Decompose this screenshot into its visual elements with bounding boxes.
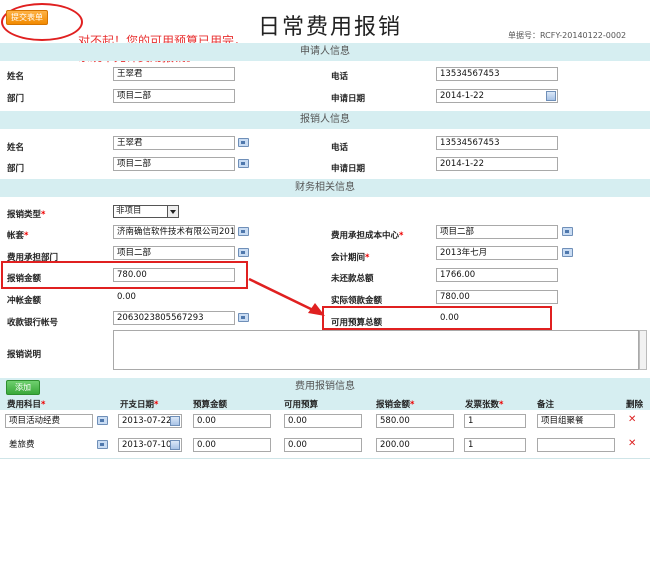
reimburse-type-select[interactable]: 非项目: [113, 205, 179, 218]
applicant-name-label: 姓名: [7, 72, 25, 82]
cost-center-label: 费用承担成本中心*: [331, 231, 404, 241]
offset-amount-label: 冲帐金额: [7, 296, 42, 306]
lookup-icon[interactable]: [238, 248, 249, 257]
actual-amount-label: 实际领款金额: [331, 296, 383, 306]
note-scrollbar[interactable]: [639, 330, 647, 370]
reimburse-amount-field[interactable]: 780.00: [113, 268, 235, 282]
reimburser-dept-label: 部门: [7, 164, 25, 174]
section-detail: 费用报销信息: [0, 378, 650, 396]
reimburser-date-label: 申请日期: [331, 164, 366, 174]
row2-invoices-field[interactable]: 1: [464, 438, 526, 452]
reimburser-phone-label: 电话: [331, 143, 349, 153]
reimburser-dept-field[interactable]: 项目二部: [113, 157, 235, 171]
reimburser-date-field[interactable]: 2014-1-22: [436, 157, 558, 171]
row1-budget-field[interactable]: 0.00: [193, 414, 271, 428]
applicant-dept-label: 部门: [7, 94, 25, 104]
reimburse-type-value: 非项目: [116, 206, 142, 216]
row2-date-field[interactable]: 2013-07-10: [118, 438, 182, 452]
submit-button[interactable]: 提交表单: [6, 10, 48, 25]
row2-available-field[interactable]: 0.00: [284, 438, 362, 452]
note-label: 报销说明: [7, 350, 42, 360]
page-title: 日常费用报销: [258, 15, 403, 40]
applicant-dept-field[interactable]: 项目二部: [113, 89, 235, 103]
calendar-icon[interactable]: [546, 91, 556, 101]
bank-account-label: 收款银行帐号: [7, 318, 59, 328]
accounting-period-field[interactable]: 2013年七月: [436, 246, 558, 260]
available-budget-field[interactable]: 0.00: [436, 311, 546, 325]
col-date: 开支日期*: [120, 400, 159, 410]
row1-available-field[interactable]: 0.00: [284, 414, 362, 428]
lookup-icon[interactable]: [238, 159, 249, 168]
section-reimburser: 报销人信息: [0, 111, 650, 129]
reimburse-type-label: 报销类型*: [7, 210, 46, 220]
row2-delete-icon[interactable]: ✕: [628, 438, 636, 449]
section-detail-title: 费用报销信息: [295, 381, 355, 392]
actual-amount-field[interactable]: 780.00: [436, 290, 558, 304]
col-amount: 报销金额*: [376, 400, 415, 410]
lookup-icon[interactable]: [562, 248, 573, 257]
pointer-arrow-icon: [248, 277, 325, 316]
document-number: 单据号：RCFY-20140122-0002: [508, 31, 627, 40]
col-budget: 预算金额: [193, 400, 228, 410]
row1-date-field[interactable]: 2013-07-22: [118, 414, 182, 428]
lookup-icon[interactable]: [238, 227, 249, 236]
row1-delete-icon[interactable]: ✕: [628, 414, 636, 425]
accounting-period-label: 会计期间*: [331, 253, 370, 263]
section-reimburser-title: 报销人信息: [300, 114, 350, 125]
cost-dept-field[interactable]: 项目二部: [113, 246, 235, 260]
cost-center-field[interactable]: 项目二部: [436, 225, 558, 239]
col-delete: 删除: [626, 400, 644, 410]
reimburse-amount-label: 报销金额: [7, 274, 42, 284]
note-textarea[interactable]: [113, 330, 639, 370]
calendar-icon[interactable]: [170, 440, 180, 450]
row1-invoices-field[interactable]: 1: [464, 414, 526, 428]
applicant-date-value: 2014-1-22: [440, 91, 484, 101]
unpaid-total-field[interactable]: 1766.00: [436, 268, 558, 282]
unpaid-total-label: 未还款总额: [331, 274, 374, 284]
account-set-label: 帐套*: [7, 231, 29, 241]
lookup-icon[interactable]: [97, 416, 108, 425]
row1-amount-field[interactable]: 580.00: [376, 414, 454, 428]
reimburser-name-field[interactable]: 王翠君: [113, 136, 235, 150]
col-remark: 备注: [537, 400, 555, 410]
calendar-icon[interactable]: [170, 416, 180, 426]
col-invoices: 发票张数*: [465, 400, 504, 410]
table-bottom-divider: [0, 458, 650, 459]
reimburser-phone-field[interactable]: 13534567453: [436, 136, 558, 150]
chevron-down-icon: [167, 206, 178, 217]
section-applicant: 申请人信息: [0, 43, 650, 61]
account-set-field[interactable]: 济南确信软件技术有限公司2013: [113, 225, 235, 239]
lookup-icon[interactable]: [238, 138, 249, 147]
section-finance-title: 财务相关信息: [295, 182, 355, 193]
row2-remark-field[interactable]: [537, 438, 615, 452]
row2-date-value: 2013-07-10: [122, 440, 172, 450]
add-row-button[interactable]: 添加: [6, 380, 40, 395]
section-applicant-title: 申请人信息: [300, 46, 350, 57]
bank-account-field[interactable]: 2063023805567293: [113, 311, 235, 325]
lookup-icon[interactable]: [562, 227, 573, 236]
applicant-date-field[interactable]: 2014-1-22: [436, 89, 558, 103]
applicant-phone-label: 电话: [331, 72, 349, 82]
applicant-phone-field[interactable]: 13534567453: [436, 67, 558, 81]
row2-subject-field[interactable]: 差旅费: [5, 438, 93, 452]
col-subject: 费用科目*: [7, 400, 46, 410]
lookup-icon[interactable]: [97, 440, 108, 449]
available-budget-label: 可用预算总额: [331, 318, 383, 328]
row1-subject-field[interactable]: 项目活动经费: [5, 414, 93, 428]
reimburser-name-label: 姓名: [7, 143, 25, 153]
row2-budget-field[interactable]: 0.00: [193, 438, 271, 452]
col-available: 可用预算: [284, 400, 319, 410]
row1-remark-field[interactable]: 项目组聚餐: [537, 414, 615, 428]
applicant-date-label: 申请日期: [331, 94, 366, 104]
applicant-name-field[interactable]: 王翠君: [113, 67, 235, 81]
row2-amount-field[interactable]: 200.00: [376, 438, 454, 452]
offset-amount-field[interactable]: 0.00: [113, 290, 235, 304]
section-finance: 财务相关信息: [0, 179, 650, 197]
row1-date-value: 2013-07-22: [122, 416, 172, 426]
